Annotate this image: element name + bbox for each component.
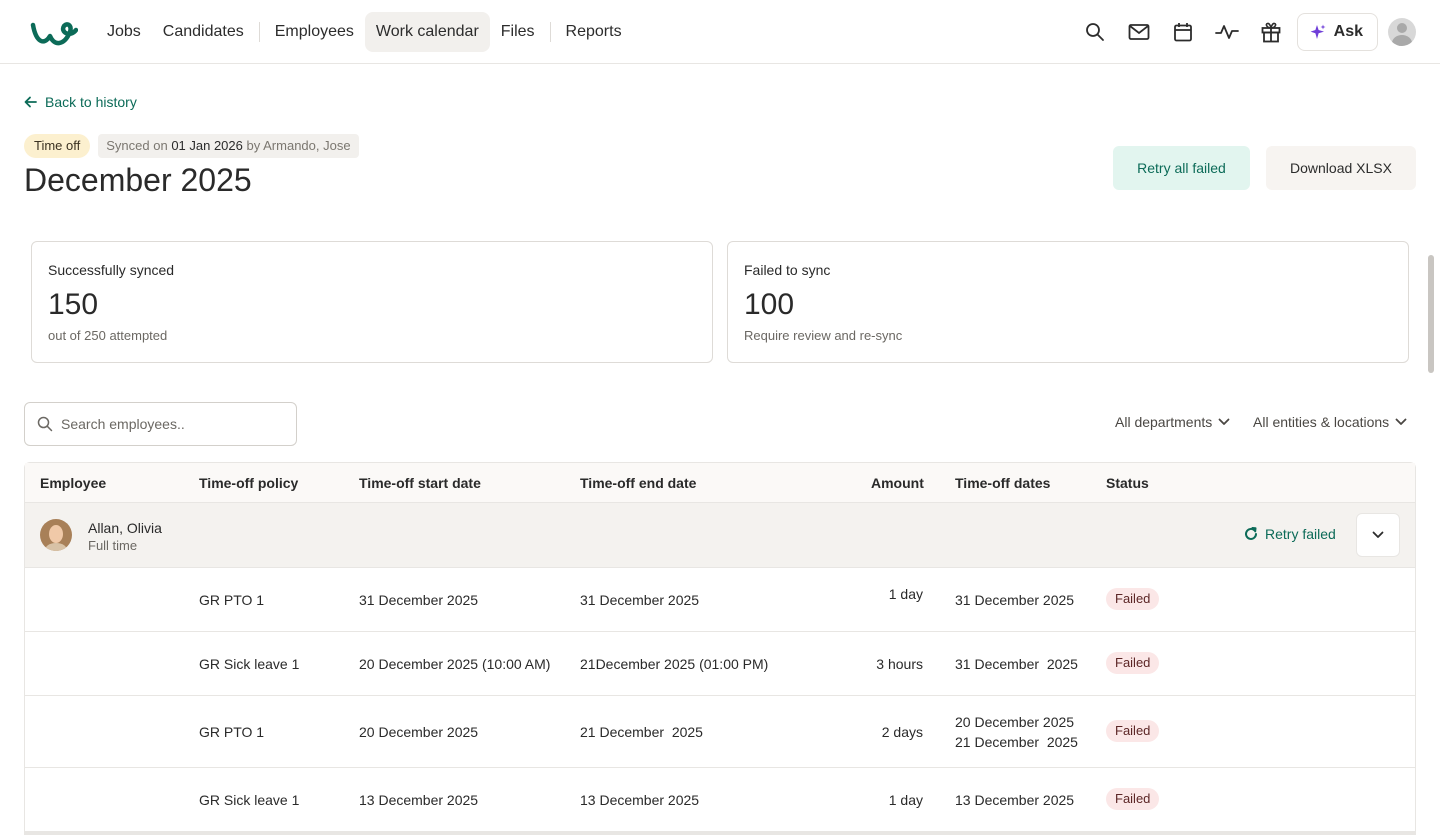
table-row[interactable]: GR PTO 1 31 December 2025 31 December 20… [25, 568, 1415, 632]
mail-icon[interactable] [1117, 12, 1161, 52]
policy-cell: GR Sick leave 1 [199, 792, 300, 808]
dates-cell: 31 December 2025 [955, 592, 1075, 608]
nav-divider [258, 22, 260, 42]
sparkle-icon [1310, 24, 1326, 39]
failed-subtext: Require review and re-sync [744, 328, 903, 343]
main-nav: Jobs Candidates Employees Work calendar … [96, 12, 633, 52]
nav-item-work-calendar[interactable]: Work calendar [364, 12, 490, 52]
policy-cell: GR Sick leave 1 [199, 656, 300, 672]
nav-item-candidates[interactable]: Candidates [152, 12, 255, 52]
next-group-row-edge [24, 831, 1416, 835]
employee-avatar [40, 519, 72, 551]
nav-divider [549, 22, 551, 42]
table-row[interactable]: GR Sick leave 1 20 December 2025 (10:00 … [25, 632, 1415, 696]
synced-date: 01 Jan 2026 [171, 138, 243, 153]
failed-summary-card: Failed to sync 100 Require review and re… [727, 241, 1409, 363]
arrow-left-icon [24, 96, 37, 108]
chevron-down-icon [1372, 531, 1384, 538]
department-filter[interactable]: All departments [1115, 414, 1230, 430]
employee-group-row: Allan, Olivia Full time Retry failed [25, 503, 1415, 568]
amount-cell: 2 days [881, 724, 923, 740]
sync-results-table: Employee Time-off policy Time-off start … [24, 462, 1416, 832]
nav-item-jobs[interactable]: Jobs [96, 12, 152, 52]
end-date-cell: 31 December 2025 [580, 592, 700, 608]
calendar-icon[interactable] [1161, 12, 1205, 52]
sync-meta: Time off Synced on 01 Jan 2026 by Armand… [24, 134, 359, 158]
nav-item-employees[interactable]: Employees [264, 12, 365, 52]
dates-cell: 20 December 2025 [955, 714, 1075, 730]
column-start-date: Time-off start date [359, 475, 481, 491]
download-xlsx-button[interactable]: Download XLSX [1266, 146, 1416, 190]
search-icon [37, 416, 53, 432]
column-employee: Employee [40, 475, 107, 491]
start-date-cell: 20 December 2025 [359, 724, 479, 740]
column-end-date: Time-off end date [580, 475, 697, 491]
entity-location-filter[interactable]: All entities & locations [1253, 414, 1407, 430]
success-subtext: out of 250 attempted [48, 328, 168, 343]
nav-item-reports[interactable]: Reports [555, 12, 633, 52]
top-navigation: Jobs Candidates Employees Work calendar … [0, 0, 1440, 64]
search-input[interactable] [61, 416, 281, 432]
retry-failed-label: Retry failed [1265, 526, 1336, 542]
employee-search [24, 402, 297, 446]
start-date-cell: 31 December 2025 [359, 592, 479, 608]
end-date-cell: 21December 2025 (01:00 PM) [580, 656, 769, 672]
refresh-icon [1245, 527, 1257, 540]
start-date-cell: 13 December 2025 [359, 792, 479, 808]
ask-button[interactable]: Ask [1296, 13, 1378, 51]
ask-label: Ask [1333, 23, 1363, 40]
back-to-history-link[interactable]: Back to history [24, 94, 137, 110]
failed-label: Failed to sync [744, 262, 831, 278]
gift-icon[interactable] [1249, 12, 1293, 52]
page-title: December 2025 [24, 162, 252, 198]
expand-row-button[interactable] [1356, 513, 1400, 557]
amount-cell: 1 day [888, 586, 923, 602]
policy-cell: GR PTO 1 [199, 592, 265, 608]
dates-cell: 21 December 2025 [955, 734, 1078, 750]
back-label: Back to history [45, 94, 137, 110]
dates-cell: 13 December 2025 [955, 792, 1075, 808]
table-header: Employee Time-off policy Time-off start … [25, 463, 1415, 503]
employee-name: Allan, Olivia [88, 520, 162, 536]
start-date-cell: 20 December 2025 (10:00 AM) [359, 656, 551, 672]
entity-filter-label: All entities & locations [1253, 414, 1390, 430]
end-date-cell: 13 December 2025 [580, 792, 700, 808]
column-dates: Time-off dates [955, 475, 1051, 491]
success-label: Successfully synced [48, 262, 175, 278]
status-badge: Failed [1106, 788, 1160, 810]
retry-all-failed-button[interactable]: Retry all failed [1113, 146, 1250, 190]
column-status: Status [1106, 475, 1149, 491]
type-badge: Time off [24, 134, 91, 158]
amount-cell: 1 day [888, 792, 923, 808]
department-filter-label: All departments [1115, 414, 1213, 430]
column-policy: Time-off policy [199, 475, 299, 491]
synced-prefix: Synced on [106, 138, 168, 153]
synced-info: Synced on 01 Jan 2026 by Armando, Jose [98, 134, 359, 158]
status-badge: Failed [1106, 588, 1160, 610]
status-badge: Failed [1106, 652, 1160, 674]
end-date-cell: 21 December 2025 [580, 724, 703, 740]
nav-item-files[interactable]: Files [490, 12, 546, 52]
column-amount: Amount [871, 475, 924, 491]
amount-cell: 3 hours [876, 656, 923, 672]
user-avatar[interactable] [1388, 18, 1416, 46]
dates-cell: 31 December 2025 [955, 656, 1078, 672]
activity-icon[interactable] [1205, 12, 1249, 52]
table-row[interactable]: GR PTO 1 20 December 2025 21 December 20… [25, 696, 1415, 768]
table-row[interactable]: GR Sick leave 1 13 December 2025 13 Dece… [25, 768, 1415, 832]
status-badge: Failed [1106, 720, 1160, 742]
chevron-down-icon [1395, 418, 1407, 425]
chevron-down-icon [1218, 418, 1230, 425]
company-logo[interactable] [30, 16, 78, 48]
employee-type: Full time [88, 538, 138, 553]
page-scrollbar[interactable] [1428, 255, 1434, 373]
retry-failed-button[interactable]: Retry failed [1244, 526, 1336, 542]
policy-cell: GR PTO 1 [199, 724, 265, 740]
synced-by: by Armando, Jose [246, 138, 351, 153]
nav-tools: Ask [1073, 12, 1416, 52]
success-count: 150 [48, 288, 99, 321]
success-summary-card: Successfully synced 150 out of 250 attem… [31, 241, 713, 363]
failed-count: 100 [744, 288, 795, 321]
search-icon[interactable] [1073, 12, 1117, 52]
